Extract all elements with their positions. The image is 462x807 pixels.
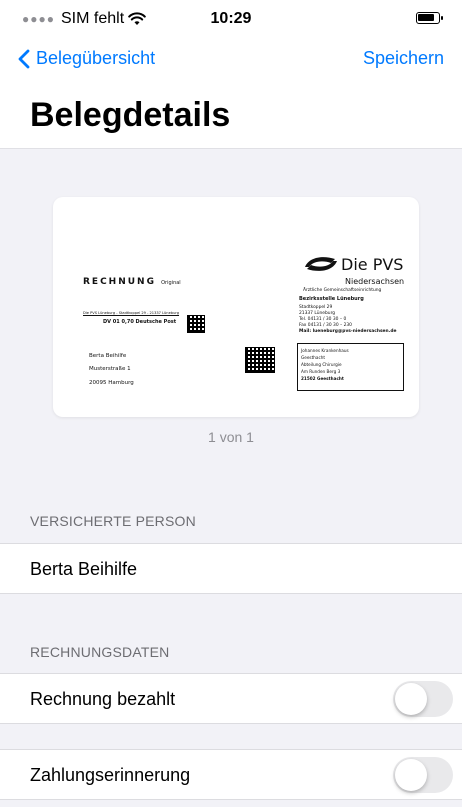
doc-sender-line: Die PVS Lüneburg - Stadtkoppel 29 - 2133… xyxy=(83,311,180,315)
doc-postage-line: DV 01 0,70 Deutsche Post xyxy=(103,319,177,325)
payment-reminder-cell: Zahlungserinnerung xyxy=(0,749,462,800)
insured-person-cell[interactable]: Berta Beihilfe xyxy=(0,543,462,594)
large-title-area: Belegdetails xyxy=(0,84,462,148)
invoice-paid-cell: Rechnung bezahlt xyxy=(0,673,462,724)
doc-logo-text: Die PVS xyxy=(341,255,404,274)
battery-icon xyxy=(416,12,443,24)
doc-recipient-line: 20095 Hamburg xyxy=(89,380,134,386)
section-header-invoice: RECHNUNGSDATEN xyxy=(30,644,170,660)
status-time: 10:29 xyxy=(210,10,252,27)
doc-clinic-line: 21502 Geesthacht xyxy=(301,376,344,381)
doc-office-line: Fax 04131 / 30 30 – 230 xyxy=(299,323,352,328)
page-title: Belegdetails xyxy=(30,96,231,134)
document-preview-area: RECHNUNG Original Die PVS Lüneburg - Sta… xyxy=(0,149,462,465)
doc-office-name: Bezirksstelle Lüneburg xyxy=(299,296,364,302)
document-thumbnail[interactable]: RECHNUNG Original Die PVS Lüneburg - Sta… xyxy=(53,197,419,417)
doc-clinic-line: Abteilung Chirurgie xyxy=(301,362,342,367)
doc-logo-subtitle: Niedersachsen xyxy=(345,277,405,286)
chevron-left-icon xyxy=(18,49,30,68)
payment-reminder-toggle[interactable] xyxy=(393,757,453,793)
invoice-paid-label: Rechnung bezahlt xyxy=(30,689,176,709)
payment-reminder-label: Zahlungserinnerung xyxy=(30,765,191,785)
toggle-knob xyxy=(395,759,427,791)
doc-clinic-line: Johannes Krankenhaus xyxy=(301,348,349,353)
doc-office-line: Mail: lueneburg@pvs-niedersachsen.de xyxy=(299,329,397,334)
section-header-insured: VERSICHERTE PERSON xyxy=(30,513,196,529)
invoice-paid-toggle[interactable] xyxy=(393,681,453,717)
doc-clinic-line: Am Runden Berg 3 xyxy=(301,369,341,374)
doc-logo-tagline: Ärztliche Gemeinschaftseinrichtung xyxy=(303,288,382,293)
pvs-logo-icon xyxy=(305,257,337,271)
doc-datamatrix xyxy=(245,347,275,373)
doc-heading: RECHNUNG Original xyxy=(83,277,181,287)
back-button-label: Belegübersicht xyxy=(36,48,156,68)
save-button[interactable]: Speichern xyxy=(363,48,444,69)
doc-recipient-line: Berta Beihilfe xyxy=(89,353,127,359)
doc-barcode-small xyxy=(187,315,205,333)
insured-person-name: Berta Beihilfe xyxy=(30,559,138,579)
back-button[interactable]: Belegübersicht xyxy=(18,48,155,69)
doc-clinic-line: Geesthacht xyxy=(301,355,326,360)
doc-office-line: Stadtkoppel 29 xyxy=(299,305,333,310)
status-bar: ●●●● SIM fehlt 10:29 xyxy=(0,0,462,40)
toggle-knob xyxy=(395,683,427,715)
page-indicator: 1 von 1 xyxy=(208,429,254,445)
doc-recipient-line: Musterstraße 1 xyxy=(89,366,131,372)
doc-office-line: Tel. 04131 / 30 30 – 0 xyxy=(299,317,347,322)
doc-office-line: 21337 Lüneburg xyxy=(299,311,336,316)
navigation-bar: Belegübersicht Speichern xyxy=(0,40,462,84)
